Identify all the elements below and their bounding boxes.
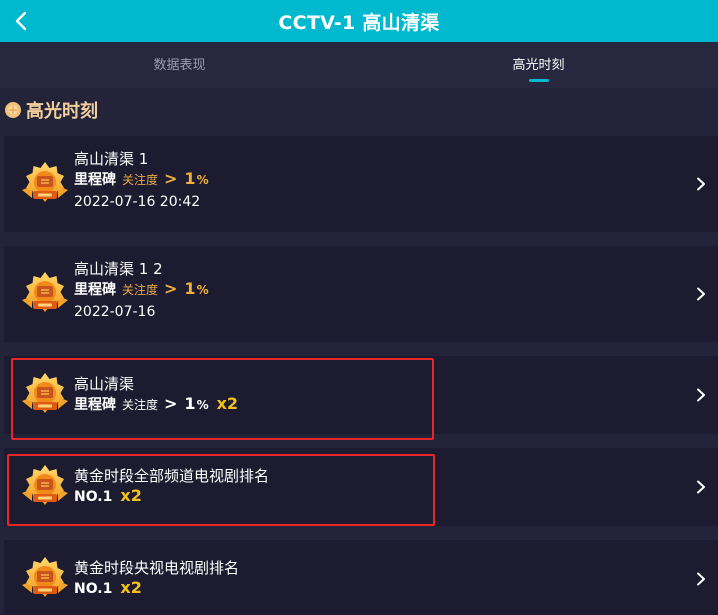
greater-than-sign: > <box>164 394 178 413</box>
highlight-card[interactable]: 黄金时段全部频道电视剧排名 NO.1 x2 <box>4 448 718 526</box>
milestone-label: 里程碑 <box>74 172 116 188</box>
milestone-label: 里程碑 <box>74 282 116 298</box>
card-title: 高山清渠 1 <box>74 150 149 168</box>
metric-value: 1 <box>184 169 196 188</box>
section-title: 高光时刻 <box>26 101 98 122</box>
highlight-card[interactable]: 高山清渠 1 里程碑 关注度 > 1 % 2022-07-16 20:42 <box>4 136 718 232</box>
medal-icon <box>18 462 72 512</box>
medal-icon <box>18 159 72 209</box>
tab-label: 数据表现 <box>153 58 206 73</box>
card-title: 黄金时段央视电视剧排名 <box>74 559 240 577</box>
chevron-right-icon <box>696 572 706 586</box>
card-title: 高山清渠 1 2 <box>74 260 163 278</box>
highlight-card[interactable]: 黄金时段央视电视剧排名 NO.1 x2 <box>4 540 718 615</box>
rank-label: NO.1 <box>74 581 113 597</box>
card-date: 2022-07-16 20:42 <box>74 194 201 210</box>
stat-line: 里程碑 关注度 > 1 % <box>74 279 209 302</box>
greater-than-sign: > <box>164 279 178 298</box>
medal-icon <box>18 554 72 604</box>
gold-dot-icon <box>5 102 21 118</box>
metric-label: 关注度 <box>122 398 159 412</box>
medal-icon <box>18 269 72 319</box>
chevron-left-icon <box>15 11 27 31</box>
stat-line: 里程碑 关注度 > 1 % x2 <box>74 394 238 417</box>
card-date: 2022-07-16 <box>74 304 156 320</box>
tab-label: 高光时刻 <box>512 58 565 73</box>
tab-highlights[interactable]: 高光时刻 <box>359 42 718 88</box>
multiplier-badge: x2 <box>120 486 142 505</box>
percent-unit: % <box>196 283 209 297</box>
percent-unit: % <box>196 173 209 187</box>
metric-value: 1 <box>184 279 196 298</box>
back-button[interactable] <box>6 6 36 36</box>
chevron-right-icon <box>696 177 706 191</box>
stat-line: NO.1 x2 <box>74 578 239 601</box>
metric-value: 1 <box>184 394 196 413</box>
highlight-card[interactable]: 高山清渠 1 2 里程碑 关注度 > 1 % 2022-07-16 <box>4 246 718 342</box>
chevron-right-icon <box>696 388 706 402</box>
active-tab-indicator <box>528 79 549 82</box>
rank-label: NO.1 <box>74 489 113 505</box>
tab-bar: 数据表现 高光时刻 <box>0 42 718 88</box>
greater-than-sign: > <box>164 169 178 188</box>
multiplier-badge: x2 <box>120 578 142 597</box>
section-heading: 高光时刻 <box>4 98 98 122</box>
card-title: 高山清渠 <box>74 375 135 393</box>
chevron-right-icon <box>696 480 706 494</box>
milestone-label: 里程碑 <box>74 397 116 413</box>
metric-label: 关注度 <box>122 283 159 297</box>
multiplier-badge: x2 <box>216 394 239 413</box>
stat-line: 里程碑 关注度 > 1 % <box>74 169 209 192</box>
medal-icon <box>18 370 72 420</box>
page-title: CCTV-1 高山清渠 <box>278 11 440 34</box>
top-bar: CCTV-1 高山清渠 <box>0 0 718 42</box>
highlight-card[interactable]: 高山清渠 里程碑 关注度 > 1 % x2 <box>4 356 718 434</box>
chevron-right-icon <box>696 287 706 301</box>
stat-line: NO.1 x2 <box>74 486 269 509</box>
tab-data-performance[interactable]: 数据表现 <box>0 42 359 88</box>
metric-label: 关注度 <box>122 173 159 187</box>
percent-unit: % <box>196 398 209 412</box>
card-title: 黄金时段全部频道电视剧排名 <box>74 467 270 485</box>
